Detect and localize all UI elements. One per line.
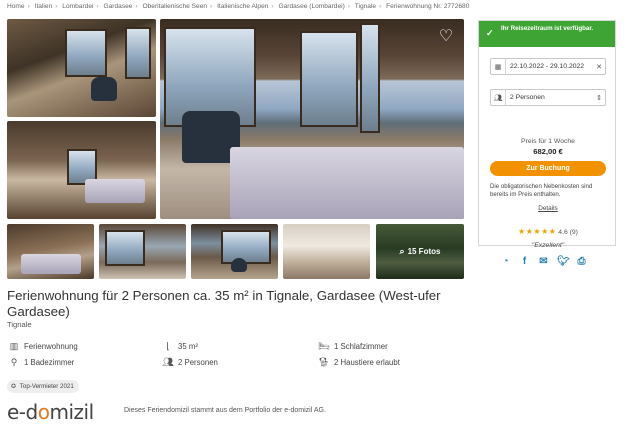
shower-icon: ⚲ [10, 357, 18, 367]
photo-thumb-4[interactable] [283, 224, 370, 279]
feature-bathrooms-label: 1 Badezimmer [24, 358, 75, 367]
photo-thumb-1[interactable] [7, 224, 94, 279]
breadcrumb-current: Ferienwohnung Nr. 2772680 [386, 3, 470, 10]
email-icon[interactable]: ✉ [538, 256, 549, 267]
breadcrumb-italien[interactable]: Italien [35, 3, 53, 10]
photo-thumb-2[interactable] [99, 224, 186, 279]
price: 682,00 € [533, 147, 563, 156]
photo-bedroom-1[interactable] [7, 121, 156, 219]
feature-type: ▥ Ferienwohnung [7, 341, 78, 352]
feature-pets-label: 2 Haustiere erlaubt [334, 358, 400, 367]
listing-title: Ferienwohnung für 2 Personen ca. 35 m² i… [7, 288, 441, 319]
book-button[interactable]: Zur Buchung [490, 161, 606, 176]
more-photos-label: 15 Fotos [407, 247, 441, 256]
people-icon: 👥︎ [493, 94, 503, 102]
photo-thumb-5[interactable]: ⌕ 15 Fotos [376, 224, 464, 279]
booking-box: ✓ Ihr Reisezeitraum ist verfügbar. ▦ 22.… [478, 20, 617, 249]
feature-bathrooms: ⚲ 1 Badezimmer [7, 357, 75, 368]
photo-thumb-3[interactable] [191, 224, 278, 279]
field-divider [505, 90, 506, 105]
window-decor [300, 31, 358, 127]
whatsapp-icon[interactable]: ◔ [500, 256, 511, 267]
window-decor [125, 27, 151, 79]
top-landlord-badge: ✪ Top-Vermieter 2021 [7, 380, 79, 393]
feature-type-label: Ferienwohnung [24, 342, 78, 351]
breadcrumb: Home › Italien › Lombardei › Gardasee › Ober… [7, 3, 469, 10]
logo-text-left: e-d [7, 400, 38, 424]
rating[interactable]: ★★★★★ 4.6 (9) [479, 227, 617, 236]
chevron-updown-icon: ⇕ [596, 94, 602, 102]
breadcrumb-separator: › [55, 3, 58, 10]
window-decor [360, 23, 380, 133]
costs-note: Die obligatorischen Nebenkosten sind ber… [490, 183, 593, 198]
clear-icon[interactable]: ✕ [593, 63, 605, 71]
feature-area-label: 35 m² [178, 342, 198, 351]
building-icon: ▥ [9, 341, 19, 351]
award-icon: ✪ [11, 383, 17, 390]
logo-text-right: mizil [49, 400, 94, 424]
rating-count: (9) [569, 229, 578, 236]
feature-pets: 🐕︎ 2 Haustiere erlaubt [317, 357, 400, 368]
e-domizil-logo[interactable]: e-domizil [7, 400, 94, 424]
feature-bedrooms: 🛏︎ 1 Schlafzimmer [317, 341, 388, 352]
breadcrumb-italienische-alpen[interactable]: Italienische Alpen [217, 3, 268, 10]
bed-icon: 🛏︎ [318, 341, 330, 351]
listing-location[interactable]: Tignale [7, 320, 32, 329]
bed-decor [21, 254, 81, 274]
bed-decor [230, 147, 464, 219]
date-range-field[interactable]: ▦ 22.10.2022 - 29.10.2022 ✕ [490, 58, 606, 75]
availability-banner: ✓ Ihr Reisezeitraum ist verfügbar. [479, 21, 615, 47]
breadcrumb-separator: › [271, 3, 274, 10]
logo-text-o: o [37, 400, 50, 424]
calendar-icon: ▦ [494, 63, 502, 71]
bed-decor [85, 179, 145, 203]
breadcrumb-separator: › [347, 3, 350, 10]
people-icon: 👥︎ [162, 357, 174, 367]
feature-area: ⌊ 35 m² [161, 341, 198, 352]
feature-bedrooms-label: 1 Schlafzimmer [334, 342, 388, 351]
price-label: Preis für 1 Woche [521, 138, 575, 145]
armchair-decor [91, 77, 117, 101]
rating-word: "Exzellent" [531, 242, 565, 249]
ruler-icon: ⌊ [166, 341, 170, 351]
photo-main[interactable]: ♡ [160, 19, 464, 219]
breadcrumb-gardasee[interactable]: Gardasee [104, 3, 133, 10]
date-range-value: 22.10.2022 - 29.10.2022 [510, 63, 585, 70]
feature-guests-label: 2 Personen [178, 358, 218, 367]
breadcrumb-lombardei[interactable]: Lombardei [62, 3, 93, 10]
breadcrumb-separator: › [135, 3, 138, 10]
rating-stars: ★★★★★ [518, 227, 557, 236]
details-link[interactable]: Details [479, 205, 617, 212]
twitter-icon[interactable]: 🐦︎ [557, 256, 570, 267]
breadcrumb-oberitalienische-seen[interactable]: Oberitalienische Seen [143, 3, 208, 10]
dog-icon: 🐕︎ [318, 357, 330, 367]
breadcrumb-separator: › [96, 3, 99, 10]
rating-score: 4.6 [558, 229, 568, 236]
breadcrumb-separator: › [27, 3, 30, 10]
more-photos-button[interactable]: ⌕ 15 Fotos [376, 224, 464, 279]
badge-label: Top-Vermieter 2021 [19, 383, 74, 390]
availability-text: Ihr Reisezeitraum ist verfügbar. [501, 25, 594, 32]
window-decor [105, 230, 145, 266]
breadcrumb-gardasee-lombardei[interactable]: Gardasee (Lombardei) [278, 3, 344, 10]
facebook-icon[interactable]: f [519, 256, 530, 267]
favorite-heart-icon[interactable]: ♡ [438, 29, 454, 45]
persons-value: 2 Personen [510, 94, 545, 101]
window-decor [221, 230, 271, 264]
breadcrumb-tignale[interactable]: Tignale [355, 3, 376, 10]
feature-guests: 👥︎ 2 Personen [161, 357, 218, 368]
portfolio-text: Dieses Feriendomizil stammt aus dem Port… [124, 407, 326, 414]
share-bar: ◔ f ✉ 🐦︎ ⎙ [500, 256, 587, 267]
persons-select[interactable]: 👥︎ 2 Personen ⇕ [490, 89, 606, 106]
check-icon: ✓ [486, 28, 494, 38]
armchair-decor [231, 258, 247, 272]
breadcrumb-home[interactable]: Home [7, 3, 25, 10]
search-icon: ⌕ [399, 246, 405, 256]
breadcrumb-separator: › [210, 3, 213, 10]
field-divider [505, 59, 506, 74]
window-decor [65, 29, 107, 77]
print-icon[interactable]: ⎙ [576, 256, 587, 267]
breadcrumb-separator: › [379, 3, 382, 10]
photo-living-room-1[interactable] [7, 19, 156, 117]
